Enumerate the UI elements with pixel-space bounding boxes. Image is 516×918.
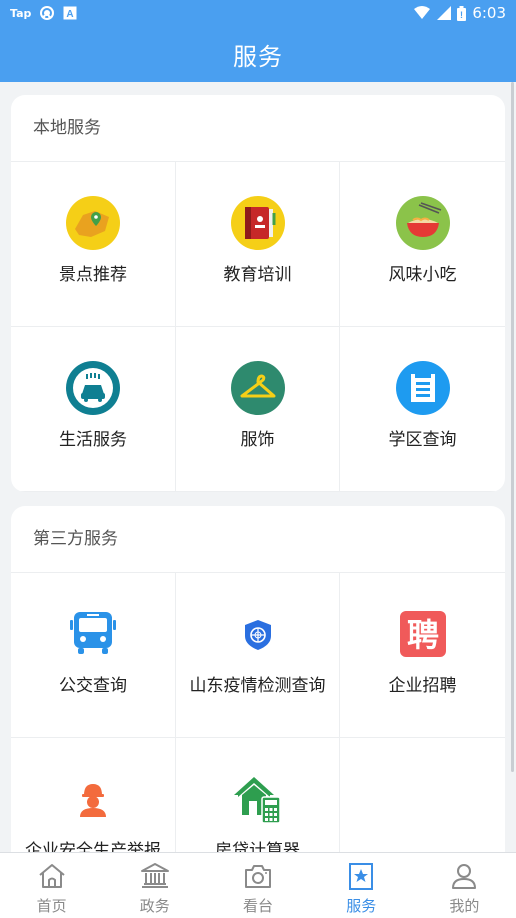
- user-icon: [447, 859, 481, 893]
- service-item-school-district[interactable]: 学区查询: [340, 327, 505, 492]
- tab-viewing[interactable]: 看台: [206, 853, 309, 918]
- font-a-icon: A: [63, 6, 77, 20]
- tab-label: 看台: [243, 897, 274, 915]
- service-item-education[interactable]: 教育培训: [176, 162, 340, 327]
- tab-home[interactable]: 首页: [0, 853, 103, 918]
- service-item-snacks[interactable]: 风味小吃: [340, 162, 505, 327]
- tab-mine[interactable]: 我的: [413, 853, 516, 918]
- service-label: 山东疫情检测查询: [189, 676, 326, 696]
- home-icon: [35, 859, 69, 893]
- map-pin-icon: [65, 195, 121, 251]
- app-badge: Tap: [10, 6, 32, 20]
- service-item-epidemic[interactable]: 山东疫情检测查询: [176, 573, 340, 738]
- service-item-safety-report[interactable]: 企业安全生产举报: [11, 738, 176, 852]
- battery-icon: !: [457, 5, 467, 21]
- service-item-empty: [340, 738, 505, 852]
- tab-services[interactable]: 服务: [310, 853, 413, 918]
- recruit-icon: 聘: [395, 606, 451, 662]
- bottom-tab-bar: 首页 政务 看台 服务 我的: [0, 852, 516, 918]
- tab-government[interactable]: 政务: [103, 853, 206, 918]
- service-item-recruit[interactable]: 聘 企业招聘: [340, 573, 505, 738]
- service-item-life[interactable]: 生活服务: [11, 327, 176, 492]
- page-title: 服务: [233, 42, 283, 71]
- service-item-clothing[interactable]: 服饰: [176, 327, 340, 492]
- service-label: 教育培训: [223, 265, 292, 285]
- service-label: 房贷计算器: [215, 841, 300, 852]
- tab-label: 政务: [139, 897, 170, 915]
- camera-icon: [241, 859, 275, 893]
- hanger-icon: [230, 360, 286, 416]
- recruit-icon-glyph: 聘: [406, 616, 438, 654]
- page-title-bar: 服务: [0, 26, 516, 82]
- car-wash-icon: [65, 360, 121, 416]
- svg-text:A: A: [67, 9, 74, 20]
- status-time: 6:03: [472, 4, 506, 22]
- star-bookmark-icon: [344, 859, 378, 893]
- worker-helmet-icon: [65, 771, 121, 827]
- service-label: 企业安全生产举报: [25, 841, 161, 852]
- third-party-services-card: 第三方服务 公交查询 山东疫情检测查询 聘 企业招聘 企业安全生产举报 房贷计算…: [11, 506, 505, 852]
- house-calculator-icon: [230, 771, 286, 827]
- document-icon: [395, 360, 451, 416]
- shield-icon: [230, 606, 286, 662]
- service-item-bus[interactable]: 公交查询: [11, 573, 176, 738]
- service-label: 景点推荐: [59, 265, 127, 285]
- service-label: 风味小吃: [388, 265, 457, 285]
- scrollbar[interactable]: [511, 82, 514, 772]
- svg-text:!: !: [460, 10, 463, 20]
- book-icon: [230, 195, 286, 251]
- service-item-mortgage-calculator[interactable]: 房贷计算器: [176, 738, 340, 852]
- service-label: 企业招聘: [388, 676, 457, 696]
- service-label: 生活服务: [59, 430, 127, 450]
- tab-label: 服务: [346, 897, 377, 915]
- wifi-icon: [413, 6, 431, 20]
- signal-icon: [437, 6, 452, 20]
- service-label: 公交查询: [59, 676, 127, 696]
- service-item-scenic[interactable]: 景点推荐: [11, 162, 176, 327]
- service-label: 服饰: [240, 430, 275, 450]
- service-label: 学区查询: [388, 430, 457, 450]
- sync-icon: [39, 5, 55, 21]
- local-services-card: 本地服务 景点推荐 教育培训 风味小吃 生活服务 服饰 学区查询: [11, 95, 505, 492]
- bus-icon: [65, 606, 121, 662]
- status-bar: Tap A ! 6:03: [0, 0, 516, 26]
- section-title-local: 本地服务: [11, 95, 505, 162]
- services-content[interactable]: 本地服务 景点推荐 教育培训 风味小吃 生活服务 服饰 学区查询 第三方服务 公…: [0, 82, 516, 852]
- noodle-bowl-icon: [395, 195, 451, 251]
- tab-label: 首页: [36, 897, 67, 915]
- tab-label: 我的: [449, 897, 480, 915]
- government-building-icon: [138, 859, 172, 893]
- section-title-third-party: 第三方服务: [11, 506, 505, 573]
